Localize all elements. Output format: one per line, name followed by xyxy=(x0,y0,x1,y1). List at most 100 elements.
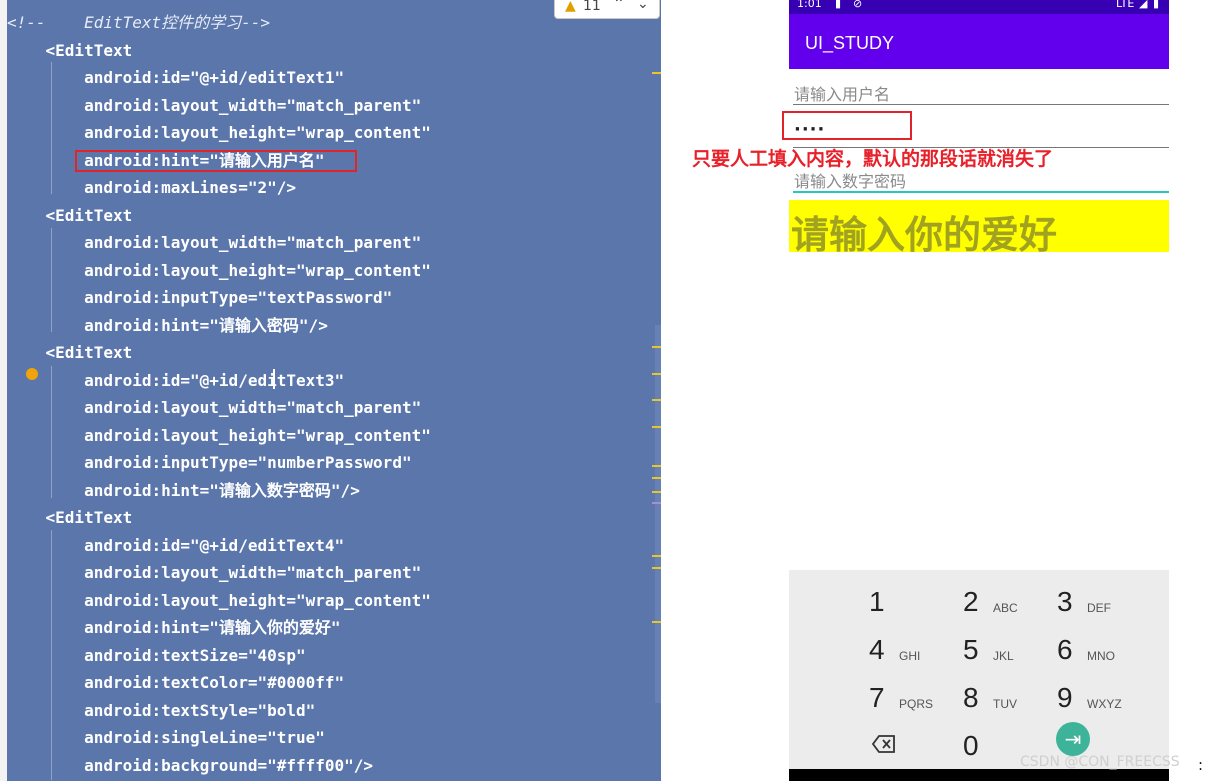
numeric-keypad: ⇥ 1 2 ABC 3 DEF 4 GHI 5 JKL 6 MNO 7 PQRS 8 TUV 9 WXYZ 0 xyxy=(789,570,1169,781)
edge-fragment: : xyxy=(1198,756,1204,774)
key-digit: 9 xyxy=(1057,682,1073,713)
key-digit: 8 xyxy=(963,682,979,713)
key-digit: 4 xyxy=(869,634,885,665)
indent-guide xyxy=(51,62,52,194)
code-line[interactable]: android:textColor="#0000ff" xyxy=(7,669,344,696)
hobby-field[interactable]: 请输入你的爱好 xyxy=(789,200,1169,257)
warning-count: 11 xyxy=(583,0,601,14)
warning-marker[interactable] xyxy=(652,346,661,348)
editor-scrollbar[interactable] xyxy=(655,325,661,703)
key-letters: MNO xyxy=(1087,649,1115,663)
warning-marker[interactable] xyxy=(652,399,661,401)
code-editor[interactable]: <!-- EditText控件的学习--> <EditText android:… xyxy=(7,0,661,781)
code-line[interactable]: android:id="@+id/editText3" xyxy=(7,367,344,394)
code-line[interactable]: android:hint="请输入你的爱好" xyxy=(7,614,341,641)
code-line[interactable]: <EditText xyxy=(7,37,133,64)
key-1[interactable]: 1 xyxy=(869,582,959,626)
key-letters: WXYZ xyxy=(1087,697,1122,711)
info-marker[interactable] xyxy=(652,502,661,504)
code-line[interactable]: android:layout_width="match_parent" xyxy=(7,559,421,586)
key-digit: 6 xyxy=(1057,634,1073,665)
warning-marker[interactable] xyxy=(652,373,661,375)
indent-guide xyxy=(51,530,52,780)
code-line[interactable]: <EditText xyxy=(7,339,133,366)
key-7[interactable]: 7 PQRS xyxy=(869,678,959,722)
code-comment[interactable]: <!-- EditText控件的学习--> xyxy=(7,9,270,36)
key-letters: TUV xyxy=(993,697,1017,711)
warning-marker[interactable] xyxy=(652,477,661,479)
warning-marker[interactable] xyxy=(652,621,661,623)
key-6[interactable]: 6 MNO xyxy=(1057,630,1147,674)
left-window-edge xyxy=(0,0,7,781)
username-underline xyxy=(793,104,1169,105)
typed-content-highlight-box xyxy=(782,111,912,140)
app-title: UI_STUDY xyxy=(805,33,895,53)
key-9[interactable]: 9 WXYZ xyxy=(1057,678,1147,722)
code-line[interactable]: android:layout_width="match_parent" xyxy=(7,394,421,421)
code-line[interactable]: <EditText xyxy=(7,202,133,229)
app-bar: UI_STUDY xyxy=(789,14,1169,69)
code-line[interactable]: android:layout_width="match_parent" xyxy=(7,229,421,256)
warning-marker[interactable] xyxy=(652,72,661,74)
hint-highlight-box xyxy=(75,150,357,172)
code-line[interactable]: android:layout_height="wrap_content" xyxy=(7,587,431,614)
battery-icon: ▮ xyxy=(1153,0,1160,10)
code-line[interactable]: android:textStyle="bold" xyxy=(7,697,315,724)
next-icon[interactable]: ⇥ xyxy=(1056,722,1090,756)
number-password-hint: 请输入数字密码 xyxy=(794,172,907,191)
code-line[interactable]: android:id="@+id/editText1" xyxy=(7,64,344,91)
key-letters: DEF xyxy=(1087,601,1111,615)
code-line[interactable]: android:inputType="numberPassword" xyxy=(7,449,412,476)
code-line[interactable]: android:layout_height="wrap_content" xyxy=(7,119,431,146)
previous-highlight-icon[interactable]: ⌃ xyxy=(613,0,625,12)
code-line[interactable]: android:hint="请输入密码"/> xyxy=(7,312,328,339)
warning-marker[interactable] xyxy=(652,555,661,557)
key-digit: 5 xyxy=(963,634,979,665)
warning-marker[interactable] xyxy=(652,567,661,569)
inspection-widget[interactable]: ▲ 11 ⌃ ⌄ xyxy=(554,0,660,19)
key-digit: 2 xyxy=(963,586,979,617)
breakpoint-dot-icon[interactable] xyxy=(26,368,38,380)
warning-marker[interactable] xyxy=(652,465,661,467)
annotation-note: 只要人工填入内容，默认的那段话就消失了 xyxy=(692,148,1054,170)
username-hint: 请输入用户名 xyxy=(794,85,891,104)
code-line[interactable]: android:hint="请输入数字密码"/> xyxy=(7,477,360,504)
key-4[interactable]: 4 GHI xyxy=(869,630,959,674)
key-5[interactable]: 5 JKL xyxy=(963,630,1053,674)
number-password-underline xyxy=(793,191,1169,193)
code-line[interactable]: <EditText xyxy=(7,504,133,531)
warning-marker[interactable] xyxy=(652,491,661,493)
warning-marker[interactable] xyxy=(652,426,661,428)
signal-icon: ◢ xyxy=(1139,0,1148,10)
key-8[interactable]: 8 TUV xyxy=(963,678,1053,722)
code-line[interactable]: android:layout_width="match_parent" xyxy=(7,92,421,119)
key-letters: ABC xyxy=(993,601,1018,615)
status-time: 1:01 xyxy=(797,0,822,10)
next-highlight-icon[interactable]: ⌄ xyxy=(637,0,649,12)
backspace-icon[interactable] xyxy=(871,734,901,758)
code-line[interactable]: android:layout_height="wrap_content" xyxy=(7,422,431,449)
warning-icon: ▲ xyxy=(565,0,576,14)
key-2[interactable]: 2 ABC xyxy=(963,582,1053,626)
code-line[interactable]: android:inputType="textPassword" xyxy=(7,284,392,311)
key-letters: GHI xyxy=(899,649,921,663)
key-letters: PQRS xyxy=(899,697,934,711)
username-field[interactable]: 请输入用户名 xyxy=(793,74,1169,105)
key-digit: 1 xyxy=(869,586,885,617)
text-caret xyxy=(273,369,275,389)
network-type: LTE xyxy=(1116,0,1135,10)
indent-guide xyxy=(51,228,52,332)
key-digit: 7 xyxy=(869,682,885,713)
key-digit: 0 xyxy=(963,730,979,761)
sim-icon: ▮ xyxy=(835,0,842,10)
key-letters: JKL xyxy=(993,649,1014,663)
code-line[interactable]: android:background="#ffff00"/> xyxy=(7,752,373,779)
do-not-disturb-icon: ⊘ xyxy=(853,0,863,10)
code-line[interactable]: android:layout_height="wrap_content" xyxy=(7,257,431,284)
code-line[interactable]: android:id="@+id/editText4" xyxy=(7,532,344,559)
status-bar: 1:01 ▮ ⊘ LTE ◢ ▮ xyxy=(789,0,1169,14)
navigation-bar xyxy=(789,769,1169,781)
code-line[interactable]: android:singleLine="true" xyxy=(7,724,325,751)
key-3[interactable]: 3 DEF xyxy=(1057,582,1147,626)
key-digit: 3 xyxy=(1057,586,1073,617)
